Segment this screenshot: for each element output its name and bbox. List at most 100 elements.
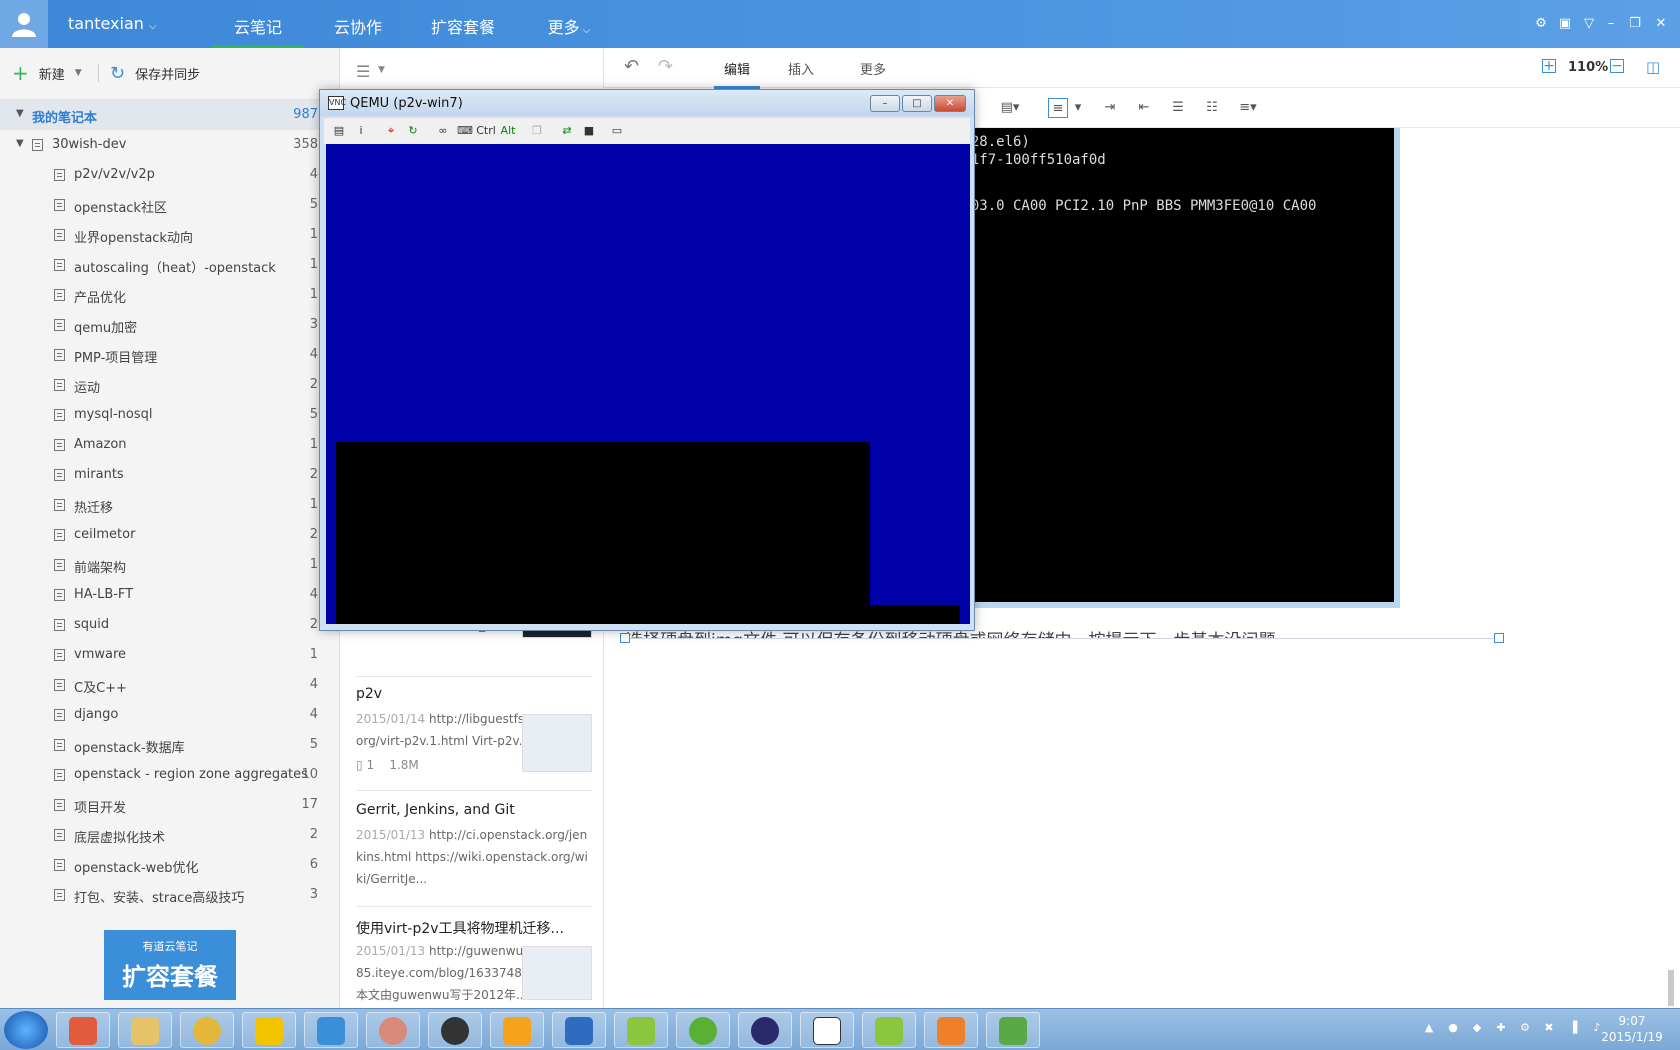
taskbar-app[interactable]: [924, 1012, 978, 1048]
taskbar-app[interactable]: [428, 1012, 482, 1048]
alt-key-button[interactable]: Alt: [498, 122, 518, 140]
start-button[interactable]: [4, 1011, 48, 1049]
info-icon[interactable]: i: [352, 122, 370, 140]
sidebar-item-notebook[interactable]: openstack社区 5: [0, 190, 339, 220]
taskbar-app[interactable]: [552, 1012, 606, 1048]
list-item[interactable]: 使用virt-p2v工具将物理机迁移... 2015/01/13 http://…: [356, 918, 592, 1006]
avatar[interactable]: [0, 0, 48, 48]
chevron-down-icon[interactable]: ▾: [1068, 98, 1088, 118]
fullscreen-icon[interactable]: ⌖: [382, 122, 400, 140]
maximize-button[interactable]: □: [902, 95, 932, 112]
tray-icon[interactable]: ●: [1446, 1021, 1460, 1035]
gear-icon[interactable]: ⚙: [1532, 15, 1550, 33]
clipboard-icon[interactable]: ▤: [330, 122, 348, 140]
list-item[interactable]: p2v 2015/01/14 http://libguestfs.org/vir…: [356, 686, 592, 772]
ctrl-key-button[interactable]: Ctrl: [474, 122, 498, 140]
tray-icon[interactable]: ◆: [1470, 1021, 1484, 1035]
sidebar-item-notebook[interactable]: PMP-项目管理 4: [0, 340, 339, 370]
minimize-icon[interactable]: –: [1602, 15, 1620, 33]
save-sync-button[interactable]: ↻ 保存并同步: [110, 60, 200, 86]
taskbar-app[interactable]: [304, 1012, 358, 1048]
taskbar-app[interactable]: [862, 1012, 916, 1048]
qemu-window[interactable]: VNC QEMU (p2v-win7) – □ ✕ ▤ i ⌖ ↻ ∞ ⌨ Ct…: [319, 89, 975, 631]
tab-cloud-notes[interactable]: 云笔记: [212, 14, 304, 48]
indent-icon[interactable]: ⇥: [1100, 98, 1120, 118]
tab-edit[interactable]: 编辑: [714, 59, 760, 89]
sidebar-item-notebook[interactable]: 热迁移 1: [0, 490, 339, 520]
taskbar-app[interactable]: [614, 1012, 668, 1048]
sidebar-item-notebook[interactable]: 业界openstack动向 1: [0, 220, 339, 250]
transfer-icon[interactable]: ⇄: [558, 122, 576, 140]
tab-insert[interactable]: 插入: [788, 59, 814, 78]
sidebar-item-notebook[interactable]: 前端架构 1: [0, 550, 339, 580]
taskbar-app[interactable]: [56, 1012, 110, 1048]
dropdown-icon[interactable]: ▽: [1580, 15, 1598, 33]
sidebar-item-notebook[interactable]: 产品优化 1: [0, 280, 339, 310]
taskbar-app[interactable]: [180, 1012, 234, 1048]
sidebar-item-notebook[interactable]: Amazon 1: [0, 430, 339, 460]
tray-icon[interactable]: ⚙: [1518, 1021, 1532, 1035]
tab-more[interactable]: 更多: [860, 59, 886, 78]
resize-handle[interactable]: [1494, 633, 1504, 643]
sidebar-item-notebook[interactable]: openstack-数据库 5: [0, 730, 339, 760]
tab-more[interactable]: 更多 ⌵: [534, 14, 604, 48]
taskbar-app[interactable]: [242, 1012, 296, 1048]
close-icon[interactable]: ✕: [1652, 15, 1670, 33]
qemu-titlebar[interactable]: VNC QEMU (p2v-win7) – □ ✕: [320, 90, 974, 116]
zoom-in-icon[interactable]: +: [1542, 59, 1556, 73]
sidebar-item-notebook[interactable]: HA-LB-FT 4: [0, 580, 339, 610]
bullet-list-icon[interactable]: ☰: [1168, 98, 1188, 118]
sidebar-item-notebook[interactable]: openstack-web优化 6: [0, 850, 339, 880]
sidebar-item-notebook[interactable]: qemu加密 3: [0, 310, 339, 340]
align-left-icon[interactable]: ≡: [1048, 98, 1068, 118]
minimize-button[interactable]: –: [870, 95, 900, 112]
new-note-button[interactable]: + 新建 ▼: [12, 60, 82, 86]
highlight-color-icon[interactable]: ▤▾: [1000, 98, 1020, 118]
undo-icon[interactable]: ↶: [624, 56, 639, 77]
sidebar-item-notebook[interactable]: vmware 1: [0, 640, 339, 670]
sidebar-item-notebook[interactable]: C及C++ 4: [0, 670, 339, 700]
resize-handle[interactable]: [620, 633, 630, 643]
taskbar-app[interactable]: [490, 1012, 544, 1048]
lock-icon[interactable]: ▣: [1556, 15, 1574, 33]
sidebar-item-notebook[interactable]: 打包、安装、strace高级技巧 3: [0, 880, 339, 910]
sidebar-item-notebook[interactable]: django 4: [0, 700, 339, 730]
sidebar-item-notebook[interactable]: autoscaling（heat）-openstack 1: [0, 250, 339, 280]
copy-icon[interactable]: ❐: [528, 122, 546, 140]
system-clock[interactable]: 9:07 2015/1/19: [1592, 1013, 1672, 1045]
sidebar-item-notebook[interactable]: ceilmetor 2: [0, 520, 339, 550]
sidebar-item-my-notebooks[interactable]: ▼ 我的笔记本 987: [0, 100, 339, 130]
sidebar-item-notebook[interactable]: 运动 2: [0, 370, 339, 400]
sidebar-item-notebook[interactable]: mysql-nosql 5: [0, 400, 339, 430]
close-button[interactable]: ✕: [934, 95, 966, 112]
options-icon[interactable]: ▭: [608, 122, 626, 140]
tray-icon[interactable]: ✖: [1542, 1021, 1556, 1035]
view-mode-icon[interactable]: ☰: [356, 62, 370, 81]
taskbar-app[interactable]: [800, 1012, 854, 1048]
taskbar-app[interactable]: [738, 1012, 792, 1048]
expansion-promo-button[interactable]: 有道云笔记 扩容套餐: [104, 930, 236, 1000]
sidebar-item-notebook[interactable]: openstack - region zone aggregates 10: [0, 760, 339, 790]
tab-expansion-package[interactable]: 扩容套餐: [418, 14, 508, 48]
taskbar-app[interactable]: [366, 1012, 420, 1048]
tab-collaboration[interactable]: 云协作: [318, 14, 398, 48]
tray-expand-icon[interactable]: ▲: [1422, 1021, 1436, 1035]
scrollbar[interactable]: [1668, 970, 1674, 1006]
sidebar-item-notebook[interactable]: squid 2: [0, 610, 339, 640]
sidebar-item-notebook[interactable]: 项目开发 17: [0, 790, 339, 820]
tray-icon[interactable]: ✚: [1494, 1021, 1508, 1035]
save-icon[interactable]: ■: [580, 122, 598, 140]
numbered-list-icon[interactable]: ☷: [1202, 98, 1222, 118]
restore-icon[interactable]: ❐: [1626, 15, 1644, 33]
line-spacing-icon[interactable]: ≡▾: [1238, 98, 1258, 118]
qemu-guest-display[interactable]: [326, 144, 970, 624]
redo-icon[interactable]: ↷: [658, 56, 673, 77]
chevron-down-icon[interactable]: ▼: [378, 65, 385, 75]
list-item[interactable]: Gerrit, Jenkins, and Git 2015/01/13 http…: [356, 802, 592, 890]
sidebar-item-notebook[interactable]: mirants 2: [0, 460, 339, 490]
taskbar-app[interactable]: [676, 1012, 730, 1048]
sidebar-item-notebook[interactable]: p2v/v2v/v2p 4: [0, 160, 339, 190]
network-icon[interactable]: ▐: [1566, 1021, 1580, 1035]
sidebar-item-notebook[interactable]: 底层虚拟化技术 2: [0, 820, 339, 850]
keyboard-icon[interactable]: ⌨: [456, 122, 474, 140]
